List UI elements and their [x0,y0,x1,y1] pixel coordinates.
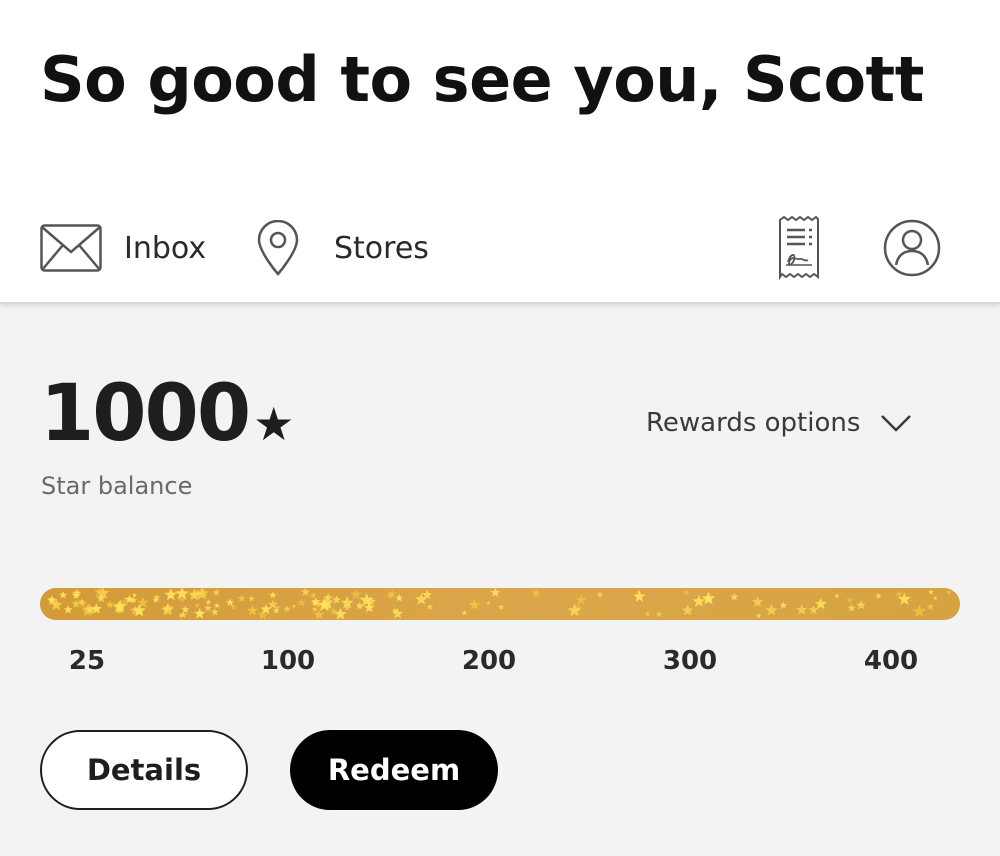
rewards-options-dropdown[interactable]: Rewards options [646,408,912,438]
sparkle-star [194,602,201,608]
location-pin-icon [257,220,299,276]
sparkle-star [845,596,853,604]
greeting-heading: So good to see you, Scott [40,43,924,116]
sparkle-star [283,605,291,613]
sparkle-star [214,602,220,609]
account-icon [883,219,941,277]
sparkle-star [211,608,219,616]
sparkle-star [59,591,68,599]
sparkle-star [655,610,663,618]
sparkle-star [332,595,341,604]
envelope-icon [40,224,102,272]
sparkle-star [461,609,468,616]
sparkle-star [204,604,212,612]
sparkle-star [814,597,827,610]
star-icon: ★ [253,397,295,451]
sparkle-star [212,588,221,596]
sparkle-star [395,593,404,602]
header-panel: So good to see you, Scott Inbox Stores [0,0,1000,304]
sparkle-star [468,599,480,610]
sparkle-star [246,604,259,616]
sparkle-star [596,591,604,598]
sparkle-star [132,592,137,598]
sparkle-star [946,589,952,595]
sparkle-star [765,603,778,616]
sparkle-star [796,604,808,615]
sparkle-star [350,588,362,600]
sparkle-star [194,607,206,619]
sparkle-star [498,604,505,610]
sparkle-star [486,600,491,605]
star-balance-value: 1000 [40,369,251,459]
receipt-button[interactable] [778,215,820,284]
sparkle-decoration [46,588,952,620]
sparkle-star [269,591,277,599]
stores-button[interactable]: Stores [256,218,429,278]
sparkle-star [834,593,840,598]
tier-tick-label: 300 [662,646,718,676]
sparkle-star [575,594,587,605]
star-balance: 1000 ★ [40,372,294,456]
sparkle-star [237,594,246,602]
sparkle-star [808,604,819,615]
sparkle-star [248,595,255,602]
inbox-label: Inbox [124,230,207,266]
redeem-button[interactable]: Redeem [290,730,498,810]
sparkle-star [755,612,762,619]
sparkle-star [894,589,903,598]
sparkle-star [106,600,114,608]
sparkle-star [856,600,866,610]
tier-tick-label: 400 [863,646,919,676]
sparkle-star [355,601,364,610]
sparkle-star [927,603,935,610]
sparkle-star [681,604,694,616]
details-button[interactable]: Details [40,730,248,810]
sparkle-star [291,603,297,609]
sparkle-star [531,588,541,598]
star-balance-label: Star balance [41,472,193,500]
tier-tick-label: 200 [461,646,517,676]
sparkle-star [779,601,788,609]
stores-label: Stores [334,230,429,266]
sparkle-star [71,599,81,608]
sparkle-star [682,588,690,596]
rewards-options-label: Rewards options [646,408,861,438]
sparkle-star [847,603,856,612]
tier-tick-label: 100 [260,646,316,676]
sparkle-star [205,599,212,605]
sparkle-star [312,606,318,612]
sparkle-star [912,604,927,617]
sparkle-star [300,588,310,596]
receipt-icon [779,215,819,281]
sparkle-star [490,588,501,597]
sparkle-star [928,589,934,595]
chevron-down-icon [881,415,912,432]
sparkle-star [297,598,306,607]
sparkle-star [181,605,190,614]
sparkle-star [567,603,582,617]
sparkle-star [426,603,434,610]
sparkle-star [633,590,646,602]
sparkle-star [164,588,178,601]
sparkle-star [751,596,764,608]
inbox-button[interactable]: Inbox [40,218,206,278]
sparkle-star [932,595,938,601]
sparkle-star [701,591,716,605]
tier-tick-label: 25 [68,646,106,676]
sparkle-star [309,592,316,599]
rewards-progress-bar [40,588,960,620]
sparkle-star [875,592,882,599]
account-button[interactable] [882,218,942,282]
sparkle-star [644,611,651,617]
sparkle-star [63,605,73,614]
sparkle-star [730,592,739,601]
